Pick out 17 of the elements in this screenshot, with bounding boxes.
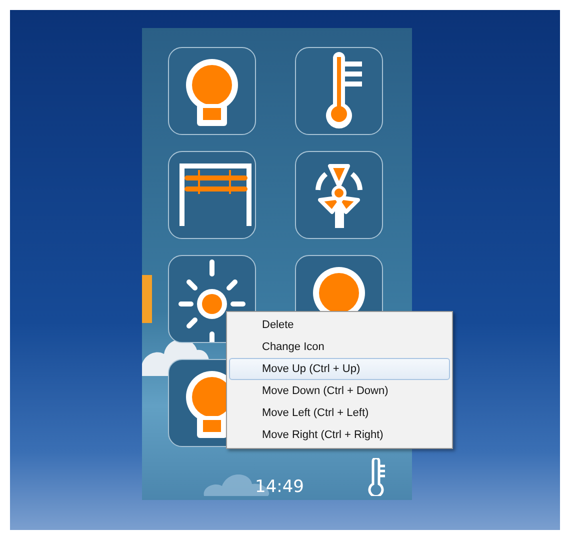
device-tile[interactable] [295, 151, 383, 239]
thermometer-icon [326, 52, 364, 128]
bulb-icon [186, 59, 238, 126]
selection-marker [142, 275, 152, 323]
menu-item[interactable]: Move Left (Ctrl + Left) [229, 402, 450, 424]
menu-item[interactable]: Move Right (Ctrl + Right) [229, 424, 450, 446]
fan-icon [316, 164, 362, 228]
thermometer-icon[interactable] [368, 458, 388, 496]
gate-icon [180, 164, 252, 226]
menu-item[interactable]: Change Icon [229, 336, 450, 358]
menu-item[interactable]: Delete [229, 314, 450, 336]
device-tile[interactable] [168, 47, 256, 135]
device-tile[interactable] [168, 151, 256, 239]
clock-time: 14:49 [255, 476, 304, 499]
menu-item[interactable]: Move Down (Ctrl + Down) [229, 380, 450, 402]
menu-item[interactable]: Move Up (Ctrl + Up) [229, 358, 450, 380]
device-tile[interactable] [295, 47, 383, 135]
